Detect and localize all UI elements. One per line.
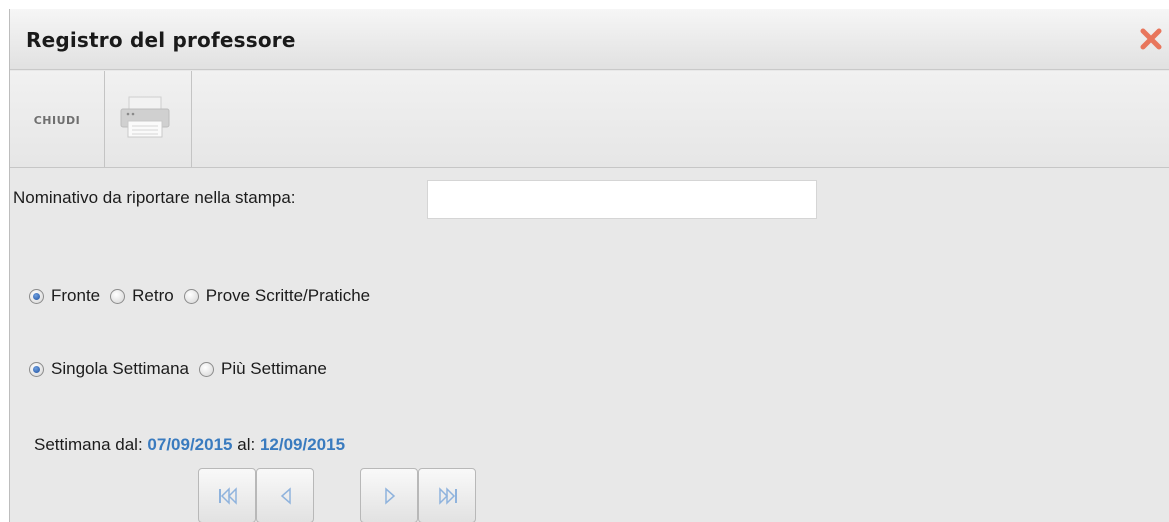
option-piu-label: Più Settimane — [220, 359, 327, 378]
next-week-button[interactable] — [360, 468, 418, 522]
week-from-label: Settimana dal: — [34, 435, 143, 454]
print-options-form: Nominativo da riportare nella stampa: Fr… — [10, 168, 1169, 522]
chiudi-label: CHIUDI — [33, 114, 81, 127]
name-input[interactable] — [427, 180, 817, 219]
option-singola-label: Singola Settimana — [51, 359, 189, 378]
range-options: Singola Settimana Più Settimane — [29, 357, 337, 381]
radio-singola[interactable] — [29, 361, 44, 377]
week-to-date: 12/09/2015 — [259, 435, 346, 454]
previous-week-button[interactable] — [256, 468, 314, 522]
last-week-button[interactable] — [418, 468, 476, 522]
previous-week-icon — [280, 487, 291, 505]
print-button[interactable] — [105, 71, 192, 167]
radio-retro[interactable] — [110, 288, 126, 304]
last-week-icon — [439, 487, 457, 505]
week-from-date: 07/09/2015 — [147, 435, 233, 454]
title-bar: Registro del professore — [10, 9, 1169, 70]
radio-prove[interactable] — [183, 288, 199, 304]
radio-piu[interactable] — [198, 361, 214, 377]
print-dialog: Registro del professore CHIUDI Nominativ… — [9, 9, 1169, 522]
first-week-button[interactable] — [198, 468, 256, 522]
option-prove-label: Prove Scritte/Pratiche — [205, 286, 371, 305]
first-week-icon — [219, 487, 237, 505]
next-week-icon — [385, 487, 396, 505]
printer-icon — [120, 96, 170, 138]
close-icon[interactable] — [1139, 27, 1163, 51]
option-piu[interactable]: Più Settimane — [198, 359, 327, 379]
radio-fronte[interactable] — [29, 288, 44, 304]
toolbar: CHIUDI — [10, 71, 1169, 168]
option-singola[interactable]: Singola Settimana — [29, 359, 189, 379]
week-to-label: al: — [237, 435, 256, 454]
dialog-title: Registro del professore — [26, 28, 296, 52]
option-retro-label: Retro — [132, 286, 174, 305]
option-prove[interactable]: Prove Scritte/Pratiche — [183, 286, 371, 306]
option-fronte-label: Fronte — [51, 286, 101, 305]
week-range: Settimana dal: 07/09/2015 al: 12/09/2015 — [34, 435, 345, 455]
side-options: Fronte Retro Prove Scritte/Pratiche — [29, 284, 380, 308]
option-fronte[interactable]: Fronte — [29, 286, 100, 306]
chiudi-button[interactable]: CHIUDI — [10, 71, 105, 167]
name-label: Nominativo da riportare nella stampa: — [13, 188, 296, 207]
option-retro[interactable]: Retro — [110, 286, 174, 306]
